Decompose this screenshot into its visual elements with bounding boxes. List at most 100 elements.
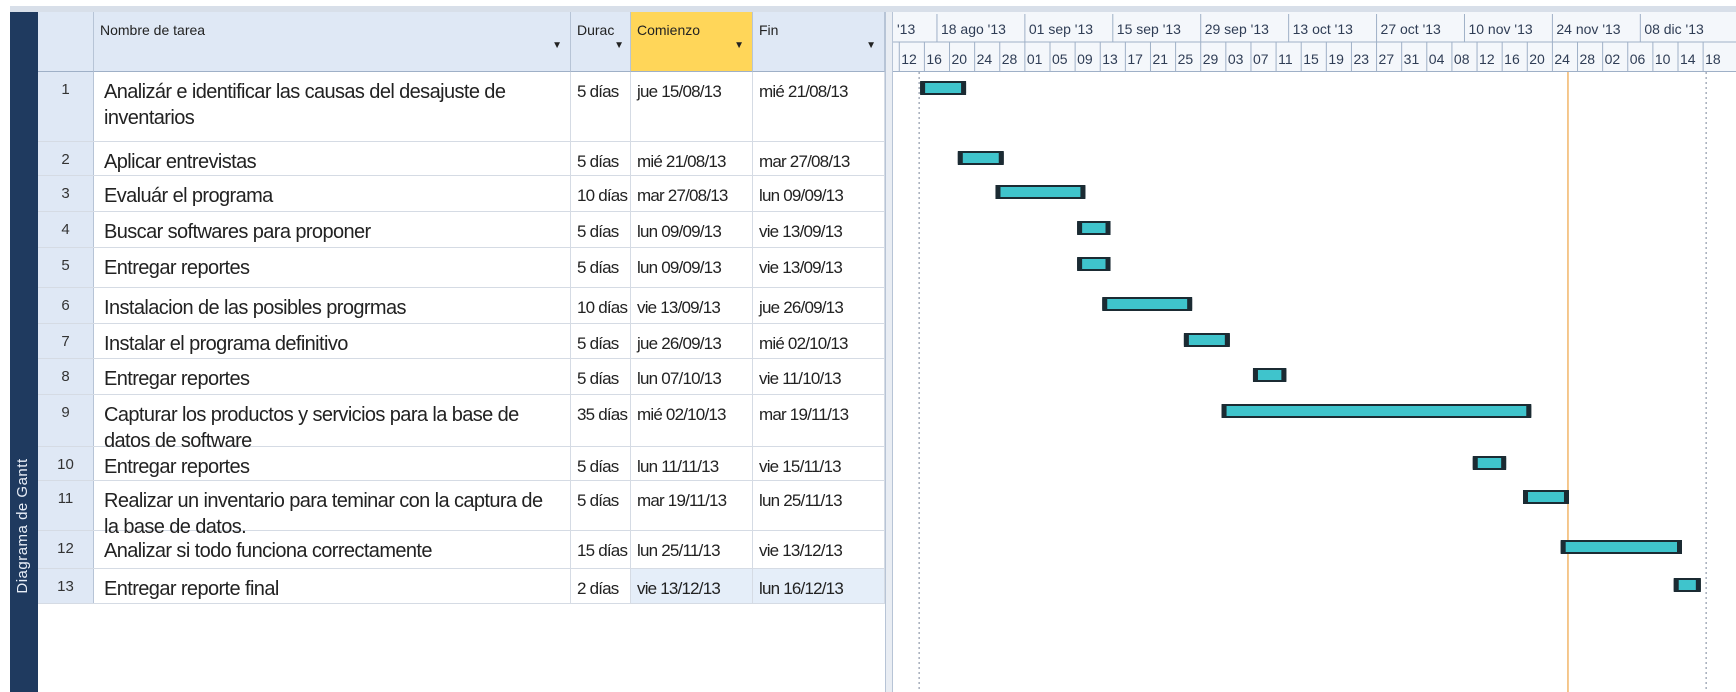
task-duration-cell[interactable]: 10 días bbox=[571, 176, 631, 211]
task-start-cell[interactable]: mié 02/10/13 bbox=[631, 395, 753, 446]
task-end-cell[interactable]: vie 13/09/13 bbox=[753, 248, 885, 287]
task-id-cell[interactable]: 6 bbox=[38, 288, 94, 323]
task-duration-cell[interactable]: 5 días bbox=[571, 359, 631, 394]
task-name-cell[interactable]: Evaluár el programa bbox=[94, 176, 571, 211]
task-start-cell[interactable]: mar 27/08/13 bbox=[631, 176, 753, 211]
task-bar bbox=[1472, 456, 1507, 470]
task-id-cell[interactable]: 10 bbox=[38, 447, 94, 480]
task-start-cell[interactable]: mié 21/08/13 bbox=[631, 142, 753, 175]
task-name-cell[interactable]: Buscar softwares para proponer bbox=[94, 212, 571, 247]
task-duration-cell[interactable]: 35 días bbox=[571, 395, 631, 446]
task-end-cell[interactable]: lun 09/09/13 bbox=[753, 176, 885, 211]
task-start-cell[interactable]: jue 26/09/13 bbox=[631, 324, 753, 358]
filter-dropdown-icon[interactable]: ▼ bbox=[552, 40, 562, 51]
task-bar-start-cap bbox=[1077, 221, 1083, 235]
filter-dropdown-icon[interactable]: ▼ bbox=[866, 40, 876, 51]
task-end-cell[interactable]: vie 13/12/13 bbox=[753, 531, 885, 568]
task-name-cell[interactable]: Analizar si todo funciona correctamente bbox=[94, 531, 571, 568]
task-row[interactable]: 1 Analizár e identificar las causas del d… bbox=[38, 72, 885, 142]
timescale-bottom-label: 13 bbox=[1102, 51, 1118, 67]
task-row[interactable]: 5 Entregar reportes 5 días lun 09/09/13 vie … bbox=[38, 248, 885, 288]
task-end-cell[interactable]: mar 19/11/13 bbox=[753, 395, 885, 446]
task-row[interactable]: 3 Evaluár el programa 10 días mar 27/08/13 l… bbox=[38, 176, 885, 212]
task-name-cell[interactable]: Realizar un inventario para teminar con … bbox=[94, 481, 571, 538]
task-duration-cell[interactable]: 5 días bbox=[571, 142, 631, 175]
task-id-cell[interactable]: 7 bbox=[38, 324, 94, 358]
task-end-cell[interactable]: lun 25/11/13 bbox=[753, 481, 885, 530]
task-duration-cell[interactable]: 5 días bbox=[571, 481, 631, 530]
task-start-cell[interactable]: vie 13/09/13 bbox=[631, 288, 753, 323]
task-bar bbox=[1252, 368, 1287, 382]
task-row[interactable]: 6 Instalacion de las posibles progrmas 10 … bbox=[38, 288, 885, 324]
task-row[interactable]: 13 Entregar reporte final 2 días vie 13/12/… bbox=[38, 569, 885, 604]
column-header-end[interactable]: Fin ▼ bbox=[753, 12, 885, 72]
task-start-cell[interactable]: jue 15/08/13 bbox=[631, 72, 753, 141]
timescale-bottom-label: 10 bbox=[1655, 51, 1671, 67]
task-name-cell[interactable]: Instalacion de las posibles progrmas bbox=[94, 288, 571, 323]
task-end-cell[interactable]: mié 02/10/13 bbox=[753, 324, 885, 358]
task-duration-cell[interactable]: 5 días bbox=[571, 447, 631, 480]
task-end-cell[interactable]: vie 15/11/13 bbox=[753, 447, 885, 480]
task-duration-cell[interactable]: 15 días bbox=[571, 531, 631, 568]
column-header-name[interactable]: Nombre de tarea ▼ bbox=[94, 12, 571, 72]
task-id-cell[interactable]: 9 bbox=[38, 395, 94, 446]
task-id-cell[interactable]: 3 bbox=[38, 176, 94, 211]
task-start-cell[interactable]: vie 13/12/13 bbox=[631, 569, 753, 603]
task-end-cell[interactable]: jue 26/09/13 bbox=[753, 288, 885, 323]
task-id-cell[interactable]: 13 bbox=[38, 569, 94, 603]
column-header-start[interactable]: Comienzo ▼ bbox=[631, 12, 753, 72]
task-id-cell[interactable]: 1 bbox=[38, 72, 94, 141]
task-duration-cell[interactable]: 5 días bbox=[571, 324, 631, 358]
task-name-cell[interactable]: Entregar reportes bbox=[94, 359, 571, 394]
task-start-cell[interactable]: lun 07/10/13 bbox=[631, 359, 753, 394]
task-start-cell[interactable]: lun 11/11/13 bbox=[631, 447, 753, 480]
task-row[interactable]: 10 Entregar reportes 5 días lun 11/11/13 vie… bbox=[38, 447, 885, 481]
task-name-cell[interactable]: Analizár e identificar las causas del de… bbox=[94, 72, 571, 141]
task-end-cell[interactable]: mar 27/08/13 bbox=[753, 142, 885, 175]
task-id-cell[interactable]: 4 bbox=[38, 212, 94, 247]
task-id-cell[interactable]: 2 bbox=[38, 142, 94, 175]
task-row[interactable]: 4 Buscar softwares para proponer 5 días lun… bbox=[38, 212, 885, 248]
column-header-duration[interactable]: Durac ▼ bbox=[571, 12, 631, 72]
task-row[interactable]: 11 Realizar un inventario para teminar co… bbox=[38, 481, 885, 538]
filter-dropdown-icon[interactable]: ▼ bbox=[734, 40, 744, 51]
task-start-cell[interactable]: lun 09/09/13 bbox=[631, 248, 753, 287]
project-window: Diagrama de Gantt Nombre de tarea ▼ Dura… bbox=[0, 0, 1736, 692]
task-row[interactable]: 8 Entregar reportes 5 días lun 07/10/13 vie … bbox=[38, 359, 885, 395]
view-bar[interactable]: Diagrama de Gantt bbox=[10, 12, 38, 692]
task-name-cell[interactable]: Capturar los productos y servicios para … bbox=[94, 395, 571, 452]
task-row[interactable]: 12 Analizar si todo funciona correctament… bbox=[38, 531, 885, 569]
task-start-cell[interactable]: mar 19/11/13 bbox=[631, 481, 753, 530]
task-name-cell[interactable]: Entregar reportes bbox=[94, 248, 571, 287]
task-duration-cell[interactable]: 5 días bbox=[571, 248, 631, 287]
task-end-cell[interactable]: vie 13/09/13 bbox=[753, 212, 885, 247]
task-id-cell[interactable]: 5 bbox=[38, 248, 94, 287]
task-id-cell[interactable]: 11 bbox=[38, 481, 94, 530]
task-row[interactable]: 2 Aplicar entrevistas 5 días mié 21/08/13 ma… bbox=[38, 142, 885, 176]
task-id-cell[interactable]: 8 bbox=[38, 359, 94, 394]
task-end-cell[interactable]: lun 16/12/13 bbox=[753, 569, 885, 603]
task-end-cell[interactable]: mié 21/08/13 bbox=[753, 72, 885, 141]
task-duration-cell[interactable]: 10 días bbox=[571, 288, 631, 323]
task-name-cell[interactable]: Aplicar entrevistas bbox=[94, 142, 571, 175]
task-bar bbox=[1221, 404, 1532, 418]
pane-splitter[interactable] bbox=[885, 12, 893, 692]
task-name-cell[interactable]: Instalar el programa definitivo bbox=[94, 324, 571, 358]
task-row[interactable]: 9 Capturar los productos y servicios para… bbox=[38, 395, 885, 452]
task-name-cell[interactable]: Entregar reporte final bbox=[94, 569, 571, 603]
timescale-bottom-label: 24 bbox=[977, 51, 993, 67]
task-id-cell[interactable]: 12 bbox=[38, 531, 94, 568]
timescale-bottom-label: 23 bbox=[1353, 51, 1369, 67]
task-duration-cell[interactable]: 5 días bbox=[571, 212, 631, 247]
select-all-corner[interactable] bbox=[38, 12, 94, 72]
timescale-top-label: 15 sep '13 bbox=[1117, 21, 1181, 37]
task-start-cell[interactable]: lun 25/11/13 bbox=[631, 531, 753, 568]
task-start-cell[interactable]: lun 09/09/13 bbox=[631, 212, 753, 247]
task-row[interactable]: 7 Instalar el programa definitivo 5 días ju… bbox=[38, 324, 885, 359]
task-name-cell[interactable]: Entregar reportes bbox=[94, 447, 571, 480]
timescale-bottom-label: 15 bbox=[1303, 51, 1319, 67]
filter-dropdown-icon[interactable]: ▼ bbox=[614, 40, 624, 51]
task-duration-cell[interactable]: 5 días bbox=[571, 72, 631, 141]
task-end-cell[interactable]: vie 11/10/13 bbox=[753, 359, 885, 394]
task-duration-cell[interactable]: 2 días bbox=[571, 569, 631, 603]
